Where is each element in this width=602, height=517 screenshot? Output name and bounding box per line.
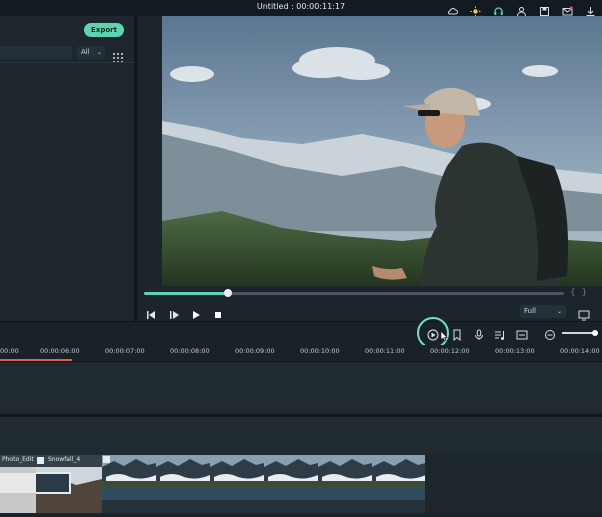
- mail-icon[interactable]: [562, 2, 573, 16]
- video-preview: [162, 16, 602, 286]
- cursor-icon: [440, 327, 448, 342]
- audio-mixer-icon[interactable]: [494, 326, 506, 340]
- ruler-label: 00:00:06:00: [40, 347, 80, 355]
- clip-label: Photo_Edit: [2, 456, 34, 463]
- ruler-label: 00:00:13:00: [495, 347, 535, 355]
- export-button[interactable]: Export: [84, 23, 124, 37]
- clip-thumbnail: [0, 473, 36, 493]
- zoom-value: Full: [524, 307, 536, 315]
- grid-view-icon[interactable]: [113, 48, 123, 63]
- ruler-label: 00:00:11:00: [365, 347, 405, 355]
- play-icon[interactable]: [189, 306, 203, 319]
- save-icon[interactable]: [539, 2, 550, 16]
- timeline-track[interactable]: [0, 362, 602, 414]
- out-bracket: }: [581, 288, 588, 298]
- playback-progress: [144, 292, 228, 295]
- ruler-label: 00:00: [0, 347, 19, 355]
- ruler-label: 00:00:14:00: [560, 347, 600, 355]
- filter-value: All: [81, 48, 90, 56]
- step-icon[interactable]: [167, 306, 181, 319]
- library-divider: [0, 62, 134, 63]
- headset-icon[interactable]: [493, 2, 504, 15]
- download-icon[interactable]: [585, 2, 596, 16]
- ruler-label: 00:00:08:00: [170, 347, 210, 355]
- clip-snowfall[interactable]: [19, 455, 102, 513]
- clip-audio-waveform: [102, 488, 425, 500]
- clip-type-icon: [37, 457, 44, 464]
- ruler-label: 00:00:12:00: [430, 347, 470, 355]
- scrubber-handle[interactable]: [224, 289, 232, 297]
- stop-icon[interactable]: [211, 306, 225, 318]
- clip-mountain-video[interactable]: [102, 455, 425, 488]
- timeline-track[interactable]: [0, 417, 602, 455]
- marker-icon[interactable]: [451, 326, 463, 342]
- mic-icon[interactable]: [473, 326, 485, 340]
- video-clip-icon: [103, 456, 110, 463]
- monitor-icon[interactable]: [578, 306, 590, 321]
- chevron-down-icon: ⌄: [96, 49, 102, 56]
- prev-frame-icon[interactable]: [145, 306, 159, 319]
- caption-icon[interactable]: [516, 326, 528, 340]
- work-area-marker[interactable]: [0, 359, 72, 361]
- clip-footer: [102, 500, 425, 513]
- ruler-label: 00:00:07:00: [105, 347, 145, 355]
- sun-icon[interactable]: [470, 2, 481, 17]
- clip-label: Snowfall_4: [48, 456, 81, 463]
- in-out-markers[interactable]: { }: [570, 288, 587, 298]
- zoom-slider-handle[interactable]: [592, 330, 598, 336]
- cloud-icon[interactable]: [447, 2, 458, 15]
- clip-photo-edit[interactable]: [0, 455, 36, 513]
- in-bracket: {: [570, 288, 576, 298]
- ruler-label: 00:00:09:00: [235, 347, 275, 355]
- preview-zoom-select[interactable]: Full ⌄: [520, 305, 566, 318]
- zoom-out-icon[interactable]: [544, 326, 556, 340]
- search-input[interactable]: [0, 46, 72, 59]
- user-icon[interactable]: [516, 2, 527, 17]
- titlebar-icons: [447, 2, 596, 17]
- timeline-toolbar: [0, 321, 602, 346]
- chevron-down-icon: ⌄: [556, 308, 562, 315]
- filter-dropdown[interactable]: All ⌄: [77, 46, 105, 59]
- ruler-label: 00:00:10:00: [300, 347, 340, 355]
